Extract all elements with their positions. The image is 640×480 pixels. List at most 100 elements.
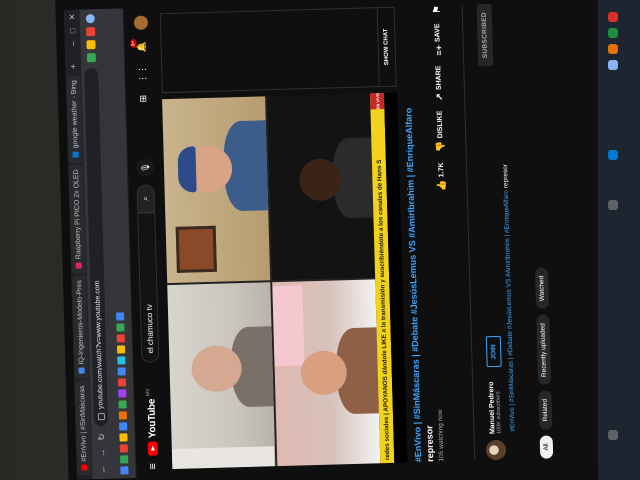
browser-tab[interactable]: google weather - Bing — [66, 75, 83, 163]
create-icon[interactable]: ⊞ — [137, 95, 148, 103]
bookmark-icon[interactable] — [117, 400, 127, 409]
extension-icon[interactable] — [86, 53, 96, 63]
chip-watched[interactable]: Watched — [534, 267, 550, 310]
bookmark-icon[interactable] — [119, 466, 129, 475]
video-frame — [162, 93, 381, 470]
share-icon: ↗ — [434, 92, 445, 101]
taskbar-app-icon[interactable] — [608, 28, 618, 38]
forward-arrow-icon[interactable]: → — [97, 448, 107, 458]
extension-icons — [85, 14, 96, 63]
window-controls: – □ ✕ — [67, 10, 77, 46]
flag-icon: ⚑ — [431, 5, 442, 14]
browser-tab[interactable]: IQ-Ingenieros-Modelo-Pres — [71, 274, 89, 379]
start-icon[interactable] — [608, 150, 618, 160]
chat-body — [161, 8, 379, 92]
live-chat-panel: SHOW CHAT — [159, 6, 397, 94]
youtube-play-icon — [147, 441, 159, 456]
title-hashtags[interactable]: #EnVivo | #SinMáscaras | #Debate #JesúsL… — [403, 108, 423, 463]
baseball-cap — [177, 146, 197, 193]
search-icon[interactable]: ⌕ — [136, 184, 156, 213]
new-tab-button[interactable]: + — [68, 60, 78, 74]
like-count: 1.7K — [437, 162, 446, 178]
thumbs-up-icon: 👍 — [436, 180, 447, 192]
wall-panel — [171, 446, 275, 470]
profile-icon[interactable] — [85, 14, 95, 24]
search-input[interactable] — [137, 212, 160, 363]
video-participant — [272, 279, 381, 467]
os-taskbar — [598, 0, 640, 480]
browser-window: #EnVivo | #SinMáscaras IQ-Ingenieros-Mod… — [63, 0, 637, 480]
taskbar-app-icon[interactable] — [608, 60, 618, 70]
subscribed-button[interactable]: SUBSCRIBED — [476, 3, 493, 67]
bookmark-icon[interactable] — [119, 455, 128, 464]
description-suffix: represor — [502, 163, 510, 189]
video-player[interactable]: redes sociales | APOYANOS dándole LIKE a… — [162, 92, 408, 470]
maximize-button[interactable]: □ — [68, 28, 77, 33]
video-participant — [162, 96, 271, 284]
show-chat-button[interactable]: SHOW CHAT — [376, 7, 396, 87]
close-button[interactable]: ✕ — [67, 14, 76, 21]
bookmark-icon[interactable] — [116, 334, 125, 343]
bookmark-icon[interactable] — [115, 323, 125, 332]
youtube-logo[interactable]: YouTube MX — [145, 388, 159, 456]
video-participant — [167, 282, 276, 470]
share-button[interactable]: ↗ SHARE — [433, 65, 445, 100]
chip-recently-uploaded[interactable]: Recently uploaded — [536, 314, 552, 386]
bookmark-icon[interactable] — [116, 356, 125, 365]
bookmark-icon[interactable] — [118, 411, 127, 420]
channel-avatar[interactable] — [485, 439, 507, 461]
like-button[interactable]: 👍 1.7K — [436, 162, 448, 191]
subscriber-count: 100K subscribers — [494, 391, 503, 434]
bell-icon[interactable]: 🔔 9+ — [129, 38, 147, 53]
browser-tab[interactable]: #EnVivo | #SinMáscaras — [74, 380, 92, 476]
report-button[interactable]: ⚑ — [432, 5, 443, 13]
mic-icon[interactable]: 🎙 — [135, 158, 155, 177]
taskbar-app-icon[interactable] — [608, 44, 618, 54]
share-label: SHARE — [435, 65, 443, 91]
search-box: ⌕ — [136, 184, 160, 363]
join-button[interactable]: JOIN — [485, 336, 502, 368]
bookmark-icon[interactable] — [119, 444, 128, 453]
related-filter-chips: All Related Recently uploaded Watched — [534, 267, 554, 459]
bookmark-icon[interactable] — [117, 378, 126, 387]
tab-label: google weather - Bing — [70, 80, 79, 149]
chip-related[interactable]: Related — [538, 390, 553, 430]
header-actions: ⊞ ⋮⋮ 🔔 9+ — [129, 15, 150, 103]
tab-label: IQ-Ingenieros-Modelo-Pres — [75, 280, 85, 365]
dislike-label: DISLIKE — [436, 110, 445, 139]
bookmark-icon[interactable] — [116, 345, 125, 354]
channel-name[interactable]: Manuel Pedrero — [488, 382, 496, 435]
wall-painting — [175, 225, 217, 273]
youtube-favicon-icon — [81, 464, 88, 471]
back-arrow-icon[interactable]: ← — [97, 464, 107, 474]
taskbar-app-icon[interactable] — [608, 430, 618, 440]
bookmark-icon[interactable] — [117, 367, 126, 376]
minimize-button[interactable]: – — [68, 41, 77, 46]
title-suffix: represor — [424, 425, 436, 462]
tab-label: Raspberry Pi PICO 2x OLED — [72, 169, 83, 260]
menu-icon[interactable]: ≡ — [147, 463, 159, 470]
photo-background: perties #EnVivo | #SinMáscaras IQ-Ingeni… — [0, 0, 640, 480]
youtube-wordmark: YouTube — [145, 398, 159, 439]
apps-icon[interactable]: ⋮⋮ — [137, 65, 148, 83]
chip-all[interactable]: All — [539, 435, 554, 459]
reload-icon[interactable]: ↻ — [96, 432, 107, 442]
video-participant — [267, 93, 376, 281]
site-favicon-icon — [75, 262, 82, 269]
save-button[interactable]: ≡+ SAVE — [433, 23, 443, 55]
bookmark-icon[interactable] — [117, 389, 126, 398]
bookmark-icon[interactable] — [115, 312, 124, 321]
taskbar-app-icon[interactable] — [608, 200, 618, 210]
dislike-button[interactable]: 👎 DISLIKE — [435, 110, 447, 153]
channel-meta: Manuel Pedrero 100K subscribers — [488, 381, 503, 435]
taskbar-app-icon[interactable] — [608, 12, 618, 22]
bookmark-icon[interactable] — [118, 433, 128, 442]
avatar[interactable] — [133, 15, 149, 30]
extension-icon[interactable] — [85, 40, 96, 50]
bookmark-icon[interactable] — [118, 422, 127, 431]
country-code: MX — [145, 388, 152, 397]
tab-label: #EnVivo | #SinMáscaras — [78, 385, 88, 462]
laptop-screen: #EnVivo | #SinMáscaras IQ-Ingenieros-Mod… — [63, 0, 637, 480]
save-label: SAVE — [434, 23, 442, 43]
extension-icon[interactable] — [85, 27, 95, 37]
